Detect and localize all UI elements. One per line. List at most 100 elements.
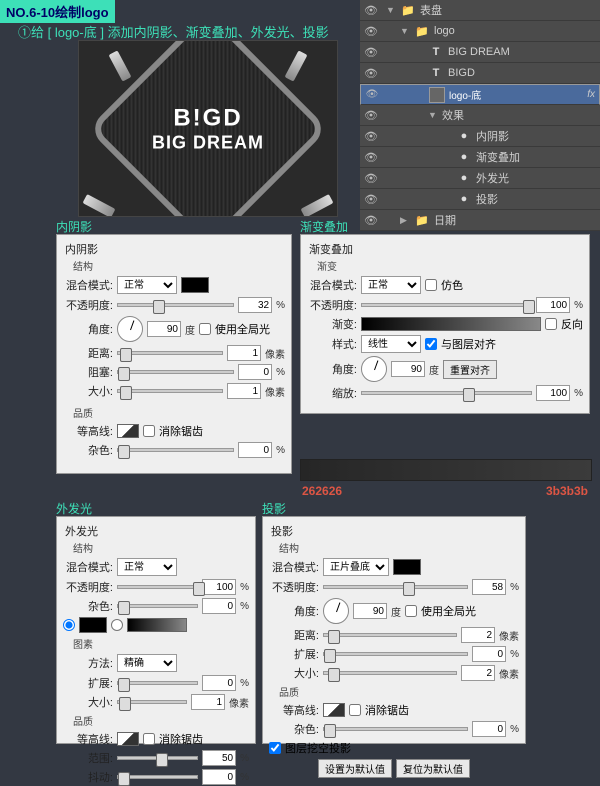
size-input[interactable]: [227, 383, 261, 399]
layer-row[interactable]: 👁●外发光: [360, 168, 600, 189]
layer-row[interactable]: 👁▼效果: [360, 105, 600, 126]
align-checkbox[interactable]: [425, 338, 437, 350]
opacity-slider[interactable]: [323, 585, 468, 589]
opacity-slider[interactable]: [361, 303, 532, 307]
gradient-picker[interactable]: [361, 317, 541, 331]
angle-dial[interactable]: [361, 356, 387, 382]
scale-input[interactable]: [536, 385, 570, 401]
lbl-angle: 角度:: [63, 321, 113, 337]
jitter-input[interactable]: [202, 769, 236, 785]
blend-mode-select[interactable]: 正常: [361, 276, 421, 294]
antialias-checkbox[interactable]: [349, 704, 361, 716]
spread-slider[interactable]: [323, 652, 468, 656]
contour-picker[interactable]: [117, 732, 139, 746]
layer-label: 渐变叠加: [476, 149, 520, 165]
jitter-slider[interactable]: [117, 775, 198, 779]
visibility-icon[interactable]: 👁: [364, 4, 378, 17]
blend-mode-select[interactable]: 正片叠底: [323, 558, 389, 576]
antialias-checkbox[interactable]: [143, 733, 155, 745]
visibility-icon[interactable]: 👁: [364, 151, 378, 164]
opacity-slider[interactable]: [117, 585, 198, 589]
spread-input[interactable]: [472, 646, 506, 662]
fold-icon[interactable]: ▼: [400, 26, 410, 36]
distance-input[interactable]: [461, 627, 495, 643]
layer-row[interactable]: 👁TBIGD: [360, 63, 600, 84]
lbl-distance: 距离:: [63, 345, 113, 361]
color-swatch[interactable]: [181, 277, 209, 293]
opacity-input[interactable]: [472, 579, 506, 595]
visibility-icon[interactable]: 👁: [364, 193, 378, 206]
knockout-checkbox[interactable]: [269, 742, 281, 754]
contour-picker[interactable]: [117, 424, 139, 438]
choke-slider[interactable]: [117, 370, 234, 374]
choke-input[interactable]: [238, 364, 272, 380]
size-input[interactable]: [191, 694, 225, 710]
glow-color[interactable]: [79, 617, 107, 633]
global-light-checkbox[interactable]: [405, 605, 417, 617]
noise-input[interactable]: [202, 598, 236, 614]
opacity-input[interactable]: [238, 297, 272, 313]
visibility-icon[interactable]: 👁: [364, 130, 378, 143]
range-slider[interactable]: [117, 756, 198, 760]
size-input[interactable]: [461, 665, 495, 681]
blend-mode-select[interactable]: 正常: [117, 276, 177, 294]
fold-icon[interactable]: ▼: [386, 5, 396, 15]
reset-align-button[interactable]: 重置对齐: [443, 360, 497, 379]
antialias-checkbox[interactable]: [143, 425, 155, 437]
size-slider[interactable]: [117, 389, 223, 393]
scale-slider[interactable]: [361, 391, 532, 395]
layer-row[interactable]: 👁●内阴影: [360, 126, 600, 147]
layer-row[interactable]: 👁▼📁表盘: [360, 0, 600, 21]
size-slider[interactable]: [117, 700, 187, 704]
opacity-slider[interactable]: [117, 303, 234, 307]
distance-slider[interactable]: [323, 633, 457, 637]
dither-checkbox[interactable]: [425, 279, 437, 291]
spread-slider[interactable]: [117, 681, 198, 685]
spread-input[interactable]: [202, 675, 236, 691]
visibility-icon[interactable]: 👁: [364, 67, 378, 80]
fold-icon[interactable]: ▼: [428, 110, 438, 120]
visibility-icon[interactable]: 👁: [365, 89, 379, 100]
layer-row[interactable]: 👁▼📁logo: [360, 21, 600, 42]
distance-input[interactable]: [227, 345, 261, 361]
glow-gradient[interactable]: [127, 618, 187, 632]
noise-slider[interactable]: [117, 604, 198, 608]
layer-row[interactable]: 👁TBIG DREAM: [360, 42, 600, 63]
angle-dial[interactable]: [117, 316, 143, 342]
contour-picker[interactable]: [323, 703, 345, 717]
opacity-input[interactable]: [536, 297, 570, 313]
visibility-icon[interactable]: 👁: [364, 25, 378, 38]
gradient-radio[interactable]: [111, 619, 123, 631]
angle-input[interactable]: [391, 361, 425, 377]
global-light-checkbox[interactable]: [199, 323, 211, 335]
angle-input[interactable]: [353, 603, 387, 619]
visibility-icon[interactable]: 👁: [364, 46, 378, 59]
size-slider[interactable]: [323, 671, 457, 675]
reset-default-button[interactable]: 复位为默认值: [396, 759, 470, 778]
noise-slider[interactable]: [323, 727, 468, 731]
style-select[interactable]: 线性: [361, 335, 421, 353]
noise-input[interactable]: [472, 721, 506, 737]
layer-row[interactable]: 👁logo-底fx: [360, 84, 600, 105]
reverse-checkbox[interactable]: [545, 318, 557, 330]
color-radio[interactable]: [63, 619, 75, 631]
method-select[interactable]: 精确: [117, 654, 177, 672]
blend-mode-select[interactable]: 正常: [117, 558, 177, 576]
noise-input[interactable]: [238, 442, 272, 458]
angle-dial[interactable]: [323, 598, 349, 624]
layer-row[interactable]: 👁●投影: [360, 189, 600, 210]
fx-badge[interactable]: fx: [587, 89, 595, 100]
angle-input[interactable]: [147, 321, 181, 337]
opacity-input[interactable]: [202, 579, 236, 595]
layer-label: 表盘: [420, 2, 442, 18]
noise-slider[interactable]: [117, 448, 234, 452]
layer-row[interactable]: 👁●渐变叠加: [360, 147, 600, 168]
range-input[interactable]: [202, 750, 236, 766]
visibility-icon[interactable]: 👁: [364, 172, 378, 185]
color-swatch[interactable]: [393, 559, 421, 575]
set-default-button[interactable]: 设置为默认值: [318, 759, 392, 778]
logo-text-1: B!GD: [152, 104, 264, 132]
visibility-icon[interactable]: 👁: [364, 109, 378, 122]
distance-slider[interactable]: [117, 351, 223, 355]
gradient-bar[interactable]: [300, 459, 592, 481]
